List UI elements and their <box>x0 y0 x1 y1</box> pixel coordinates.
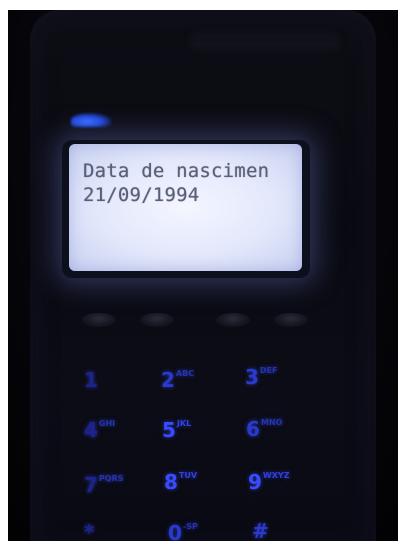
key-1[interactable]: 1 <box>84 365 134 395</box>
function-key-1[interactable] <box>82 313 116 327</box>
key-6[interactable]: 6MNO <box>246 414 296 444</box>
key-4[interactable]: 4GHI <box>84 415 134 445</box>
key-7[interactable]: 7PQRS <box>84 470 134 500</box>
device-brand-area <box>190 32 340 50</box>
key-9[interactable]: 9WXYZ <box>248 467 298 497</box>
lcd-prompt-text: Data de nascimen <box>83 160 270 182</box>
function-key-4[interactable] <box>274 313 308 327</box>
lcd-screen: Data de nascimen 21/09/1994 <box>69 144 302 271</box>
status-indicator-light <box>71 113 111 127</box>
function-key-2[interactable] <box>140 313 174 327</box>
key-5[interactable]: 5JKL <box>162 415 212 445</box>
function-key-3[interactable] <box>216 313 250 327</box>
key-8[interactable]: 8TUV <box>164 467 214 497</box>
lcd-entered-value: 21/09/1994 <box>83 184 200 206</box>
key-hash[interactable]: # <box>252 516 302 541</box>
key-2[interactable]: 2ABC <box>161 365 211 395</box>
key-star[interactable]: * <box>84 517 134 541</box>
function-keys-row <box>78 305 348 341</box>
photo-frame: Data de nascimen 21/09/1994 1 2ABC 3DEF … <box>8 10 398 541</box>
key-3[interactable]: 3DEF <box>245 362 295 392</box>
key-0[interactable]: 0-SP <box>168 518 218 541</box>
